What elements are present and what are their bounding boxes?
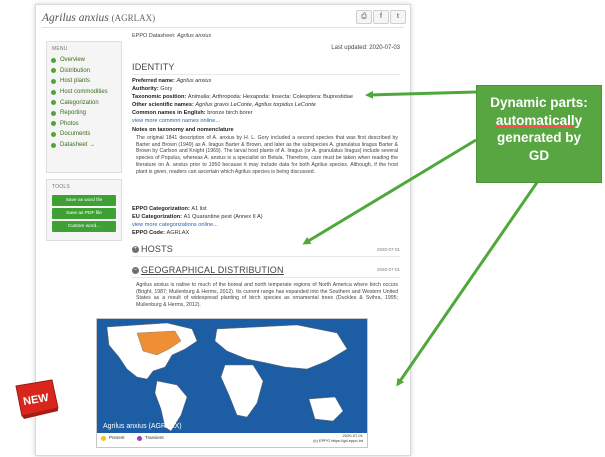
collapse-icon[interactable]: − [132, 267, 139, 275]
eurasia-shape [214, 324, 348, 370]
callout-line-4: GD [528, 147, 550, 163]
more-categorizations-link[interactable]: view more categorizations online... [132, 222, 218, 228]
sidebar-item-overview[interactable]: Overview [47, 55, 121, 66]
last-updated: Last updated: 2020-07-03 [331, 45, 400, 51]
sidebar-item-host-plants[interactable]: Host plants [47, 76, 121, 87]
africa-shape [220, 364, 264, 418]
bullet-icon [51, 89, 56, 95]
distribution-map[interactable]: Present Transient 2020-07-01 (c) EPPO htt… [96, 318, 368, 448]
more-common-names-link[interactable]: view more common names online... [132, 118, 220, 124]
present-legend-icon [101, 436, 106, 441]
expand-icon[interactable]: + [132, 246, 139, 254]
facebook-icon[interactable]: f [373, 10, 389, 24]
transient-legend-icon [137, 436, 142, 441]
print-icon[interactable]: ⎙ [356, 10, 372, 24]
map-credit: 2020-07-01 (c) EPPO https://gd.eppo.int [313, 433, 363, 443]
eppo-code: EPPO Code: AGRLAX [132, 230, 190, 236]
notes-text: The original 1841 description of A. anxi… [136, 135, 398, 175]
sidebar-menu: MENU Overview Distribution Host plants H… [46, 41, 122, 173]
preferred-name: Preferred name: Agrilus anxius [132, 78, 212, 84]
save-word-button[interactable]: Save as word file [52, 195, 116, 206]
bullet-icon [51, 68, 56, 74]
other-scientific-names: Other scientific names: Agrilus gravis L… [132, 102, 316, 108]
menu-title: MENU [52, 46, 68, 52]
bullet-icon [51, 142, 56, 148]
eppo-categorization: EPPO Categorization: A1 list [132, 206, 207, 212]
sidebar-item-datasheet[interactable]: Datasheet → [47, 140, 121, 151]
twitter-icon[interactable]: t [390, 10, 406, 24]
tools-title: TOOLS [52, 184, 70, 190]
sidebar-item-host-commodities[interactable]: Host commodities [47, 87, 121, 98]
hosts-divider [132, 256, 400, 257]
tools-panel: TOOLS Save as word file Save as PDF file… [46, 179, 122, 241]
geo-date: 2020-07-01 [376, 267, 400, 272]
bullet-icon [51, 110, 56, 116]
taxonomic-position: Taxonomic position: Animalia: Arthropoda… [132, 94, 353, 100]
australia-shape [308, 396, 344, 422]
sidebar-item-documents[interactable]: Documents [47, 129, 121, 140]
common-names: Common names in English: bronze birch bo… [132, 110, 253, 116]
geo-text: Agrilus anxius is native to much of the … [136, 282, 398, 309]
species-title: Agrilus anxius [42, 12, 109, 24]
map-credit-text: (c) EPPO https://gd.eppo.int [313, 438, 363, 443]
arrow-to-map [396, 180, 540, 387]
legend-transient-label: Transient [145, 435, 164, 440]
identity-heading: IDENTITY [132, 62, 175, 72]
authority: Authority: Gory [132, 86, 173, 92]
bullet-icon [51, 131, 56, 137]
page-title: Agrilus anxius (AGRLAX) [42, 12, 155, 24]
callout-line-3: generated by [496, 130, 582, 145]
identity-divider [132, 74, 400, 75]
species-code: (AGRLAX) [111, 13, 156, 23]
header-divider [42, 27, 404, 28]
bullet-icon [51, 57, 56, 63]
notes-heading: Notes on taxonomy and nomenclature [132, 127, 234, 133]
hosts-date: 2020-07-01 [376, 247, 400, 252]
sidebar-item-distribution[interactable]: Distribution [47, 66, 121, 77]
sidebar-item-reporting[interactable]: Reporting [47, 108, 121, 119]
custom-word-button[interactable]: Custom word... [52, 221, 116, 232]
dynamic-parts-callout: Dynamic parts: automatically generated b… [476, 85, 602, 183]
hosts-heading[interactable]: + HOSTS [132, 244, 173, 254]
new-badge-icon: NEW [15, 379, 59, 419]
callout-line-1: Dynamic parts: [490, 95, 588, 110]
bullet-icon [51, 121, 56, 127]
datasheet-label: EPPO Datasheet: Agrilus anxius [132, 33, 212, 39]
geo-heading[interactable]: − GEOGRAPHICAL DISTRIBUTION [132, 265, 284, 275]
map-title: Agrilus anxius (AGRLAX) [103, 423, 182, 430]
map-legend: Present Transient 2020-07-01 (c) EPPO htt… [97, 433, 367, 447]
bullet-icon [51, 78, 56, 84]
legend-present-label: Present [109, 435, 125, 440]
sidebar-item-photos[interactable]: Photos [47, 119, 121, 130]
geo-divider [132, 277, 400, 278]
callout-line-2: automatically [495, 112, 583, 128]
bullet-icon [51, 100, 56, 106]
eu-categorization: EU Categorization: A1 Quarantine pest (A… [132, 214, 263, 220]
save-pdf-button[interactable]: Save as PDF file [52, 208, 116, 219]
sidebar-item-categorization[interactable]: Categorization [47, 97, 121, 108]
